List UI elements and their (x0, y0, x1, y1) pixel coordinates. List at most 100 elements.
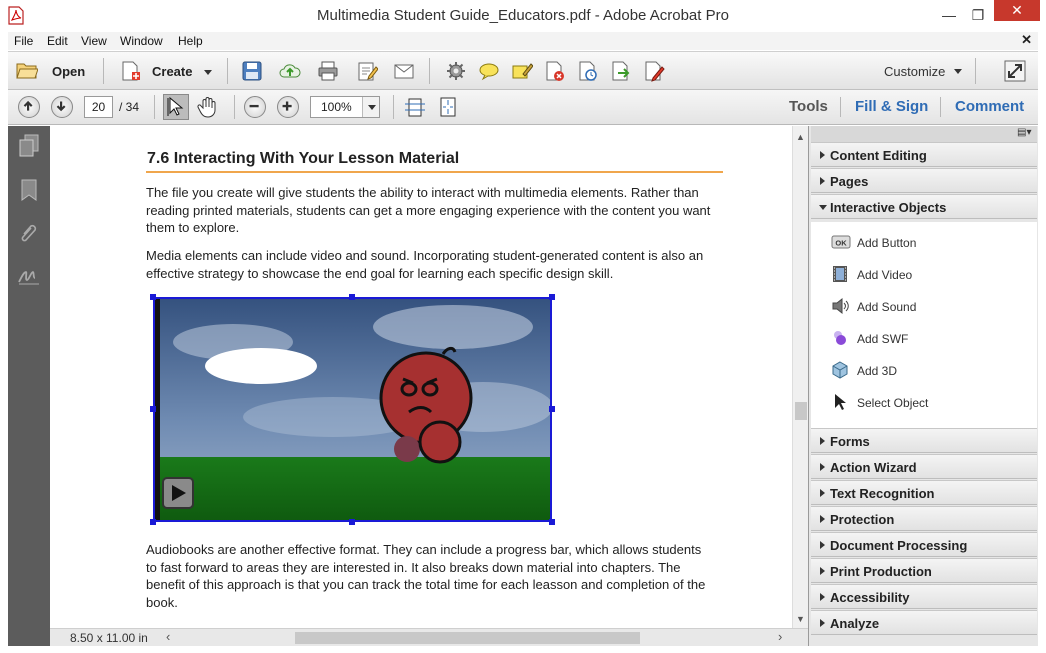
create-button[interactable]: Create (116, 56, 216, 86)
horizontal-scrollbar-thumb[interactable] (295, 632, 640, 644)
zoom-dropdown-button[interactable] (362, 97, 379, 117)
panel-label: Document Processing (830, 538, 968, 553)
cursor-arrow-icon (167, 96, 184, 116)
panel-text-recognition[interactable]: Text Recognition (811, 480, 1037, 505)
menu-edit[interactable]: Edit (47, 34, 68, 48)
resize-handle[interactable] (150, 294, 156, 300)
scrollbar-thumb[interactable] (795, 402, 807, 420)
resize-handle[interactable] (549, 519, 555, 525)
export-icon[interactable] (610, 60, 632, 82)
minus-icon (249, 104, 259, 108)
pane-options-bar: ▤▾ (811, 126, 1037, 142)
add-3d-item[interactable]: Add 3D (811, 356, 1037, 384)
close-document-icon[interactable]: ✕ (1021, 32, 1032, 48)
panel-action-wizard[interactable]: Action Wizard (811, 454, 1037, 479)
comment-bubble-icon[interactable] (478, 60, 500, 82)
tab-fill-sign[interactable]: Fill & Sign (855, 98, 928, 115)
scroll-up-icon[interactable]: ▲ (796, 132, 805, 142)
tools-pane: ▤▾ Content Editing Pages Interactive Obj… (808, 126, 1038, 646)
bookmarks-icon[interactable] (19, 179, 39, 201)
mail-icon[interactable] (393, 60, 415, 82)
open-button[interactable]: Open (14, 56, 94, 86)
scroll-right-icon[interactable]: › (778, 629, 782, 644)
add-sound-item[interactable]: Add Sound (811, 292, 1037, 320)
navigation-toolbar: 20 / 34 100% Tools Fill & Sign Comment (8, 90, 1038, 125)
attachments-paperclip-icon[interactable] (18, 222, 40, 244)
edit-icon[interactable] (356, 60, 378, 82)
scroll-down-icon[interactable]: ▼ (796, 614, 805, 624)
status-bar: 8.50 x 11.00 in ‹ › (50, 628, 808, 646)
panel-interactive-objects[interactable]: Interactive Objects (811, 194, 1037, 219)
resize-handle[interactable] (349, 519, 355, 525)
fit-one-page-icon[interactable] (437, 96, 459, 118)
resize-handle[interactable] (150, 406, 156, 412)
arrow-down-icon (56, 101, 66, 112)
menu-help[interactable]: Help (178, 34, 203, 48)
create-label: Create (152, 64, 193, 79)
main-toolbar: Open Create Customize (8, 51, 1038, 90)
sign-icon[interactable] (643, 60, 665, 82)
add-video-item[interactable]: Add Video (811, 260, 1037, 288)
gear-icon[interactable] (445, 60, 467, 82)
embedded-video[interactable] (150, 294, 555, 525)
film-strip-icon (833, 266, 847, 282)
plus-icon (282, 101, 292, 111)
highlight-icon[interactable] (511, 60, 533, 82)
chevron-right-icon (820, 567, 825, 575)
next-page-button[interactable] (51, 96, 73, 118)
page-number-input[interactable]: 20 (84, 96, 113, 118)
restore-button[interactable]: ❐ (964, 0, 992, 30)
resize-handle[interactable] (549, 294, 555, 300)
save-icon[interactable] (241, 60, 263, 82)
resize-handle[interactable] (549, 406, 555, 412)
svg-text:OK: OK (835, 239, 847, 248)
previous-page-button[interactable] (18, 96, 40, 118)
panel-forms[interactable]: Forms (811, 428, 1037, 453)
print-icon[interactable] (317, 60, 339, 82)
redact-icon[interactable] (544, 60, 566, 82)
chevron-right-icon (820, 515, 825, 523)
panel-label: Content Editing (830, 148, 927, 163)
interactive-objects-list: OK Add Button Add Video Add Sound Add SW… (811, 222, 1037, 428)
add-button-item[interactable]: OK Add Button (811, 228, 1037, 256)
select-object-item[interactable]: Select Object (811, 388, 1037, 416)
menu-file[interactable]: File (14, 34, 33, 48)
panel-accessibility[interactable]: Accessibility (811, 584, 1037, 609)
vertical-scrollbar[interactable]: ▲ ▼ (792, 126, 808, 628)
chevron-down-icon (204, 70, 212, 75)
tab-tools[interactable]: Tools (789, 98, 828, 115)
hand-tool-icon[interactable] (197, 96, 219, 118)
panel-pages[interactable]: Pages (811, 168, 1037, 193)
window-title: Multimedia Student Guide_Educators.pdf -… (317, 7, 729, 24)
add-swf-item[interactable]: Add SWF (811, 324, 1037, 352)
minimize-button[interactable]: — (934, 0, 964, 30)
menu-window[interactable]: Window (120, 34, 163, 48)
panel-protection[interactable]: Protection (811, 506, 1037, 531)
full-screen-icon[interactable] (1004, 60, 1026, 82)
tab-comment[interactable]: Comment (955, 98, 1024, 115)
panel-analyze[interactable]: Analyze (811, 610, 1037, 635)
zoom-level-select[interactable]: 100% (310, 96, 380, 118)
zoom-out-button[interactable] (244, 96, 266, 118)
menu-view[interactable]: View (81, 34, 107, 48)
customize-chevron-icon[interactable] (954, 69, 962, 74)
page-thumbnails-icon[interactable] (18, 134, 40, 158)
pane-options-icon[interactable]: ▤▾ (1017, 127, 1031, 138)
signatures-icon[interactable] (17, 266, 41, 286)
select-tool-button[interactable] (163, 94, 189, 120)
resize-handle[interactable] (349, 294, 355, 300)
panel-print-production[interactable]: Print Production (811, 558, 1037, 583)
fit-page-width-icon[interactable] (404, 96, 426, 118)
selection-border (153, 297, 552, 522)
upload-cloud-icon[interactable] (279, 60, 301, 82)
zoom-in-button[interactable] (277, 96, 299, 118)
resize-handle[interactable] (150, 519, 156, 525)
heading-rule (146, 171, 723, 173)
scroll-left-icon[interactable]: ‹ (166, 629, 170, 644)
stamp-icon[interactable] (577, 60, 599, 82)
close-window-button[interactable]: ✕ (994, 0, 1040, 21)
panel-content-editing[interactable]: Content Editing (811, 142, 1037, 167)
customize-label[interactable]: Customize (884, 64, 945, 79)
panel-document-processing[interactable]: Document Processing (811, 532, 1037, 557)
document-view[interactable]: 7.6 Interacting With Your Lesson Materia… (50, 126, 792, 628)
